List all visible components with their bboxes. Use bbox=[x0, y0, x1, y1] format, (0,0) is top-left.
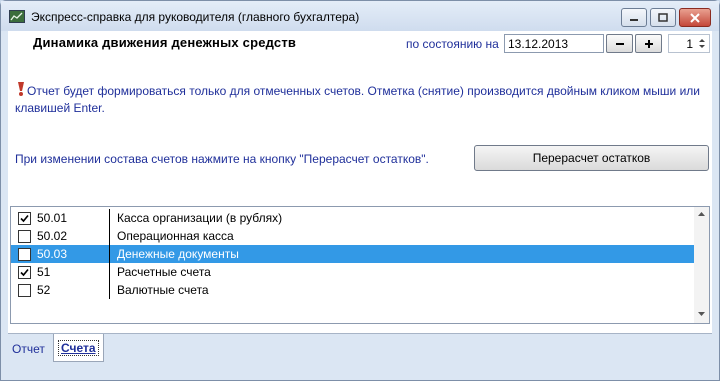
account-checkbox[interactable] bbox=[18, 266, 31, 279]
account-code: 50.02 bbox=[37, 229, 68, 243]
column-divider bbox=[109, 281, 110, 299]
list-item[interactable]: 51 Расчетные счета bbox=[11, 263, 695, 281]
list-item-selected[interactable]: 50.03 Денежные документы bbox=[11, 245, 695, 263]
date-field[interactable]: 13.12.2013 bbox=[504, 34, 604, 53]
notice-text: Отчет будет формироваться только для отм… bbox=[15, 84, 700, 115]
scroll-down-icon[interactable] bbox=[697, 311, 706, 317]
tab-strip: Отчет Счета bbox=[8, 333, 712, 374]
client-area: Динамика движения денежных средств по со… bbox=[8, 31, 712, 374]
account-name: Расчетные счета bbox=[117, 265, 211, 279]
account-checkbox[interactable] bbox=[18, 284, 31, 297]
close-button[interactable] bbox=[679, 8, 711, 27]
minus-icon bbox=[615, 42, 624, 45]
recalc-hint: При изменении состава счетов нажмите на … bbox=[15, 152, 429, 166]
list-item[interactable]: 52 Валютные счета bbox=[11, 281, 695, 299]
account-checkbox[interactable] bbox=[18, 212, 31, 225]
account-code: 50.03 bbox=[37, 247, 68, 261]
column-divider bbox=[109, 209, 110, 227]
prev-date-button[interactable] bbox=[606, 34, 633, 53]
account-checkbox[interactable] bbox=[18, 248, 31, 261]
close-icon bbox=[690, 12, 700, 23]
title-bar[interactable]: Экспресс-справка для руководителя (главн… bbox=[1, 1, 719, 31]
checkmark-icon bbox=[20, 214, 29, 223]
accounts-list[interactable]: 50.01 Касса организации (в рублях) 50.02… bbox=[10, 206, 710, 324]
scroll-up-icon[interactable] bbox=[697, 211, 706, 217]
account-code: 51 bbox=[37, 265, 51, 279]
tab-accounts[interactable]: Счета bbox=[53, 334, 104, 362]
asof-label: по состоянию на bbox=[406, 37, 499, 51]
tab-report[interactable]: Отчет bbox=[8, 338, 49, 362]
tab-label: Отчет bbox=[12, 342, 45, 356]
plus-icon bbox=[644, 39, 653, 48]
minimize-icon bbox=[630, 18, 638, 21]
account-name: Касса организации (в рублях) bbox=[117, 211, 283, 225]
column-divider bbox=[109, 263, 110, 281]
vertical-scrollbar[interactable] bbox=[694, 207, 709, 323]
account-code: 50.01 bbox=[37, 211, 68, 225]
tab-label: Счета bbox=[58, 340, 99, 356]
window-title: Экспресс-справка для руководителя (главн… bbox=[31, 10, 360, 24]
account-name: Операционная касса bbox=[117, 229, 234, 243]
column-divider bbox=[109, 245, 110, 263]
app-icon bbox=[9, 10, 25, 23]
account-name: Валютные счета bbox=[117, 283, 209, 297]
list-item[interactable]: 50.02 Операционная касса bbox=[11, 227, 695, 245]
column-divider bbox=[109, 227, 110, 245]
maximize-button[interactable] bbox=[650, 8, 676, 27]
account-checkbox[interactable] bbox=[18, 230, 31, 243]
recalc-button[interactable]: Перерасчет остатков bbox=[474, 145, 709, 171]
checkmark-icon bbox=[20, 268, 29, 277]
account-code: 52 bbox=[37, 283, 51, 297]
next-date-button[interactable] bbox=[635, 34, 662, 53]
minimize-button[interactable] bbox=[621, 8, 647, 27]
account-name: Денежные документы bbox=[117, 247, 239, 261]
period-spinner[interactable]: 1 bbox=[668, 34, 710, 53]
maximize-icon bbox=[658, 13, 668, 22]
report-title: Динамика движения денежных средств bbox=[33, 35, 297, 50]
list-item[interactable]: 50.01 Касса организации (в рублях) bbox=[11, 209, 695, 227]
main-window: Экспресс-справка для руководителя (главн… bbox=[0, 0, 720, 381]
spin-arrows-icon[interactable] bbox=[696, 36, 708, 51]
spinner-value: 1 bbox=[686, 37, 693, 51]
